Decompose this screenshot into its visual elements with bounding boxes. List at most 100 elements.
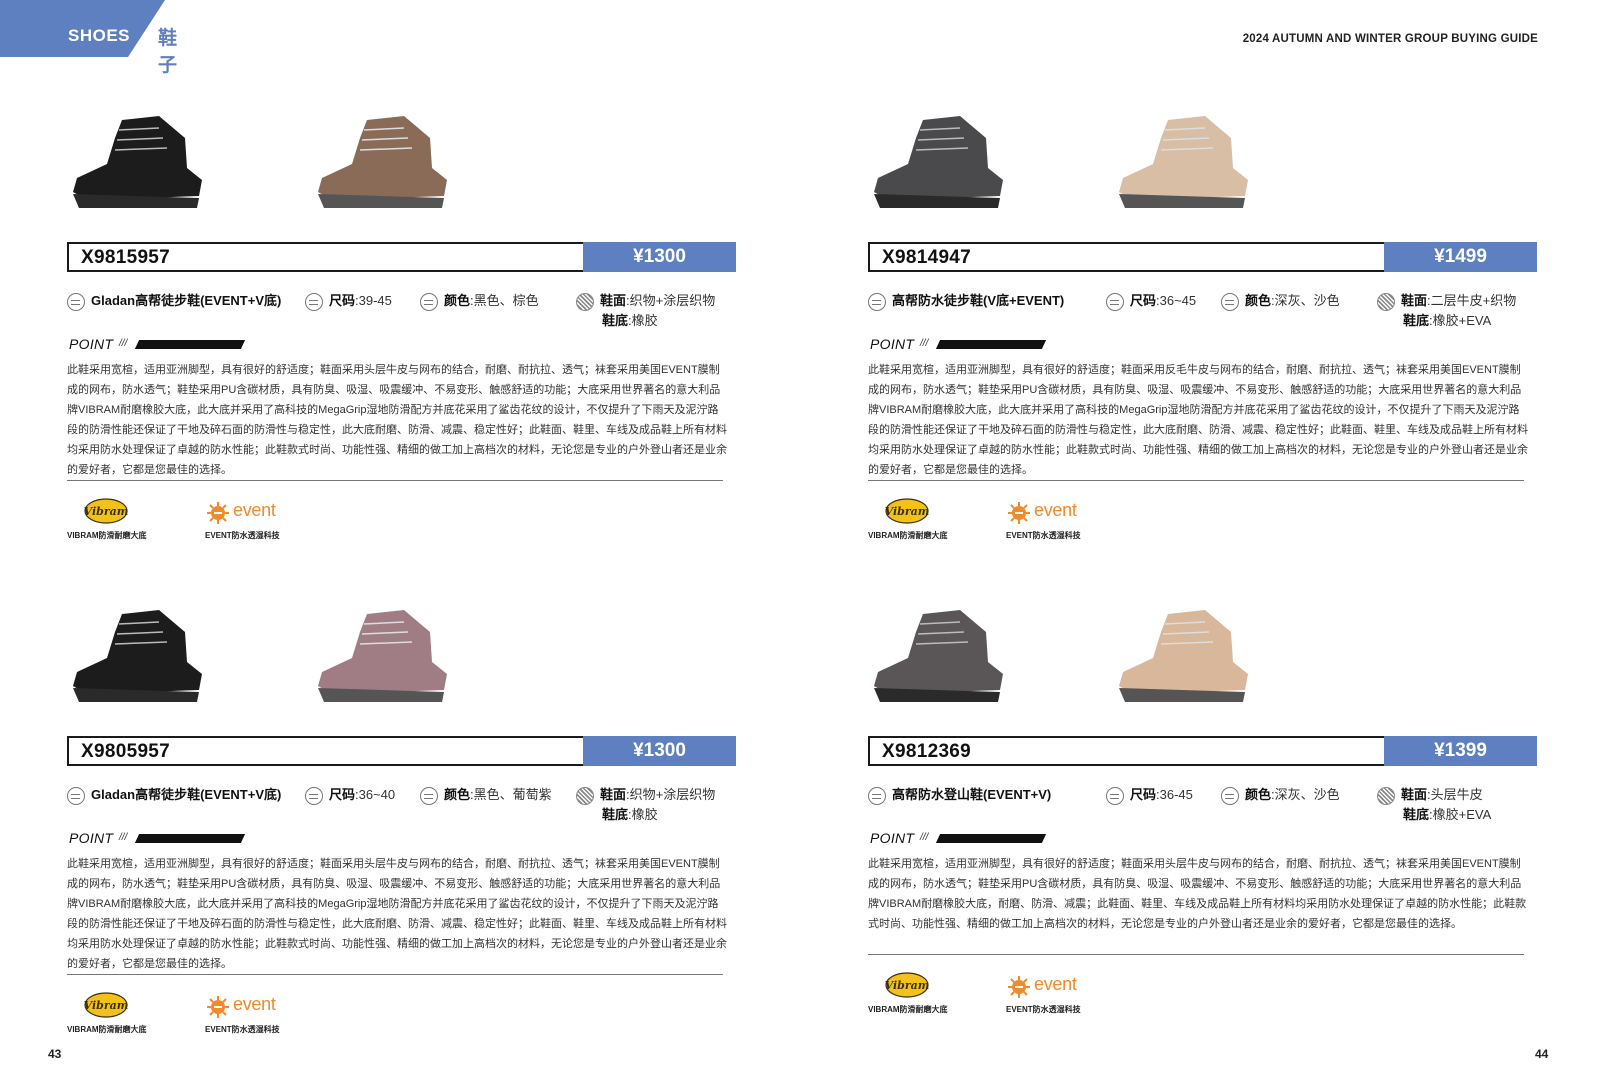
section-tab-en: SHOES — [68, 26, 131, 45]
sole-label: 鞋底 — [602, 807, 629, 822]
event-caption: EVENT防水透湿科技 — [205, 531, 280, 540]
shoe-icon — [868, 786, 886, 805]
sole-value: :橡胶+EVA — [1429, 313, 1492, 328]
product-code: X9815957 — [81, 247, 171, 268]
product-price: ¥1300 — [583, 736, 736, 766]
section-divider — [67, 480, 723, 481]
vibram-logo: Vibram — [84, 498, 128, 524]
point-bar — [134, 340, 246, 349]
product-images — [67, 100, 736, 240]
product-price: ¥1399 — [1384, 736, 1537, 766]
sole-label: 鞋底 — [1403, 313, 1430, 328]
product-code: X9812369 — [882, 741, 972, 762]
section-divider — [67, 974, 723, 975]
color-label: 颜色 — [444, 787, 471, 802]
sole-line: 鞋底:橡胶+EVA — [1403, 310, 1491, 329]
product-title-bar: X9805957 ¥1300 — [67, 736, 736, 766]
spec-size: 尺码:36~40 — [305, 784, 395, 805]
product-specs: Gladan高帮徒步鞋(EVENT+V底) 尺码:39-45 颜色:黑色、棕色 … — [67, 290, 736, 332]
boot-image — [1119, 610, 1248, 702]
vibram-logo-text: Vibram — [84, 505, 128, 518]
event-logo-text: event — [233, 500, 276, 520]
vibram-logo: Vibram — [885, 498, 929, 524]
spec-material: 鞋面:头层牛皮 鞋底:橡胶+EVA — [1377, 784, 1491, 822]
point-label: POINT — [870, 336, 915, 352]
spec-size: 尺码:36~45 — [1106, 290, 1196, 311]
product-title-bar: X9815957 ¥1300 — [67, 242, 736, 272]
page-number-right: 44 — [1535, 1047, 1549, 1061]
vibram-caption: VIBRAM防滑耐磨大底 — [868, 1005, 948, 1014]
product-name: Gladan高帮徒步鞋(EVENT+V底) — [91, 787, 282, 802]
color-value: :深灰、沙色 — [1271, 293, 1340, 308]
vibram-logo-text: Vibram — [84, 999, 128, 1012]
point-label: POINT — [69, 336, 114, 352]
boot-image — [318, 116, 447, 208]
page-number-left: 43 — [48, 1047, 62, 1061]
point-heading: POINT /// — [69, 830, 246, 846]
point-bar — [134, 834, 246, 843]
spec-name: Gladan高帮徒步鞋(EVENT+V底) — [67, 784, 281, 805]
sole-value: :橡胶 — [628, 313, 658, 328]
sole-line: 鞋底:橡胶 — [602, 804, 658, 823]
point-label: POINT — [69, 830, 114, 846]
size-label: 尺码 — [1130, 293, 1157, 308]
sole-line: 鞋底:橡胶 — [602, 310, 658, 329]
color-label: 颜色 — [1245, 787, 1272, 802]
tech-logos: Vibram VIBRAM防滑耐磨大底 event EVENT防水透湿科技 — [868, 972, 1168, 1022]
event-logo-text: event — [1034, 500, 1077, 520]
event-sun-icon — [1008, 502, 1030, 524]
product-description: 此鞋采用宽楦，适用亚洲脚型，具有很好的舒适度；鞋面采用头层牛皮与网布的结合，耐磨… — [868, 858, 1527, 930]
spec-name: 高帮防水登山鞋(EVENT+V) — [868, 784, 1051, 805]
point-heading: POINT /// — [870, 336, 1047, 352]
sole-line: 鞋底:橡胶+EVA — [1403, 804, 1491, 823]
spec-color: 颜色:深灰、沙色 — [1221, 290, 1340, 311]
guide-title: 2024 AUTUMN AND WINTER GROUP BUYING GUID… — [1242, 33, 1538, 45]
vibram-logo-text: Vibram — [885, 505, 929, 518]
size-label: 尺码 — [329, 787, 356, 802]
size-icon — [305, 786, 323, 805]
event-logo-text: event — [1034, 974, 1077, 994]
product-title-bar: X9814947 ¥1499 — [868, 242, 1537, 272]
color-icon — [1221, 292, 1239, 311]
size-value: :36-45 — [1156, 787, 1193, 802]
spec-material: 鞋面:织物+涂层织物 鞋底:橡胶 — [576, 784, 716, 822]
point-slash: /// — [119, 338, 128, 349]
event-logo-text: event — [233, 994, 276, 1014]
section-tab-cn: 鞋子 — [158, 28, 178, 76]
tech-logos: Vibram VIBRAM防滑耐磨大底 event EVENT防水透湿科技 — [67, 992, 367, 1042]
event-sun-icon — [207, 996, 229, 1018]
spec-size: 尺码:36-45 — [1106, 784, 1193, 805]
boot-image — [318, 610, 447, 702]
product-description: 此鞋采用宽楦，适用亚洲脚型，具有很好的舒适度；鞋面采用头层牛皮与网布的结合，耐磨… — [67, 858, 727, 970]
vibram-caption: VIBRAM防滑耐磨大底 — [67, 531, 147, 540]
point-bar — [935, 340, 1047, 349]
product-specs: 高帮防水徒步鞋(V底+EVENT) 尺码:36~45 颜色:深灰、沙色 鞋面:二… — [868, 290, 1537, 332]
size-label: 尺码 — [1130, 787, 1157, 802]
spec-material: 鞋面:织物+涂层织物 鞋底:橡胶 — [576, 290, 715, 328]
event-caption: EVENT防水透湿科技 — [205, 1025, 280, 1034]
product-specs: Gladan高帮徒步鞋(EVENT+V底) 尺码:36~40 颜色:黑色、葡萄紫… — [67, 784, 736, 826]
vibram-caption: VIBRAM防滑耐磨大底 — [67, 1025, 147, 1034]
point-heading: POINT /// — [69, 336, 246, 352]
section-tab: SHOES 鞋子 — [0, 0, 177, 76]
boot-image — [1119, 116, 1248, 208]
spec-name: 高帮防水徒步鞋(V底+EVENT) — [868, 290, 1064, 311]
color-value: :黑色、葡萄紫 — [470, 787, 552, 802]
point-label: POINT — [870, 830, 915, 846]
product-description: 此鞋采用宽楦，适用亚洲脚型，具有很好的舒适度；鞋面采用头层牛皮与网布的结合，耐磨… — [67, 364, 727, 476]
material-icon — [1377, 292, 1395, 311]
product-code: X9814947 — [882, 247, 972, 268]
upper-value: :织物+涂层织物 — [626, 787, 716, 802]
size-value: :36~45 — [1156, 293, 1197, 308]
upper-label: 鞋面 — [1401, 293, 1428, 308]
vibram-logo-text: Vibram — [885, 979, 929, 992]
material-icon — [1377, 786, 1395, 805]
spec-material: 鞋面:二层牛皮+织物 鞋底:橡胶+EVA — [1377, 290, 1516, 328]
size-icon — [1106, 786, 1124, 805]
size-icon — [305, 292, 323, 311]
product-name: Gladan高帮徒步鞋(EVENT+V底) — [91, 293, 282, 308]
shoe-icon — [67, 786, 85, 805]
point-heading: POINT /// — [870, 830, 1047, 846]
sole-label: 鞋底 — [1403, 807, 1430, 822]
shoe-icon — [868, 292, 886, 311]
